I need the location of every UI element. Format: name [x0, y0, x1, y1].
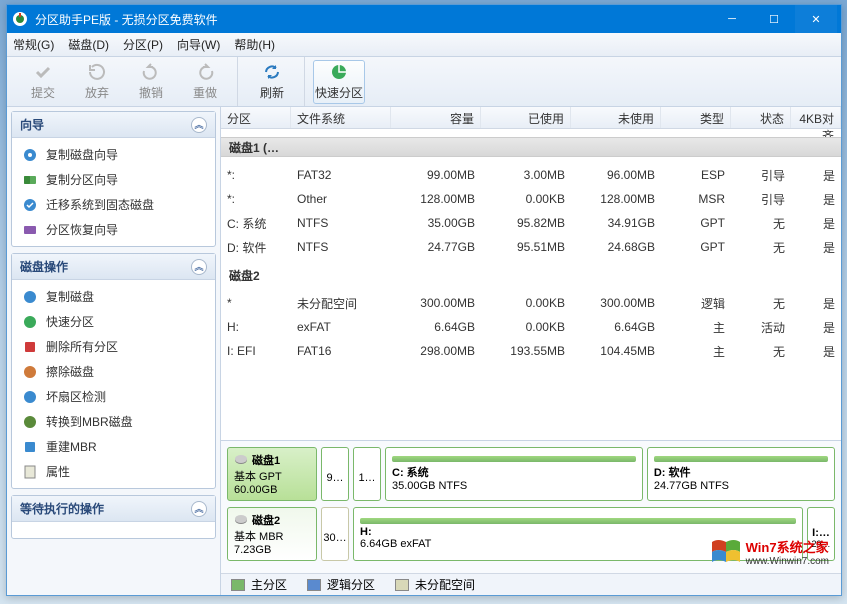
- op-wipe-disk[interactable]: 擦除磁盘: [12, 359, 215, 384]
- wizard-migrate-ssd[interactable]: 迁移系统到固态磁盘: [12, 192, 215, 217]
- commit-button[interactable]: 提交: [17, 60, 69, 104]
- fast-icon: [22, 314, 38, 330]
- disk-icon: [234, 513, 248, 527]
- menu-help[interactable]: 帮助(H): [234, 36, 275, 53]
- table-row[interactable]: C: 系统NTFS35.00GB95.82MB34.91GBGPT无是: [221, 211, 841, 235]
- menubar: 常规(G) 磁盘(D) 分区(P) 向导(W) 帮助(H): [7, 33, 841, 57]
- diskops-panel-head[interactable]: 磁盘操作︽: [12, 254, 215, 280]
- table-row[interactable]: *:FAT3299.00MB3.00MB96.00MBESP引导是: [221, 163, 841, 187]
- properties-icon: [22, 464, 38, 480]
- col-type[interactable]: 类型: [661, 107, 731, 128]
- col-partition[interactable]: 分区: [221, 107, 291, 128]
- menu-general[interactable]: 常规(G): [13, 36, 54, 53]
- wizard-copy-partition[interactable]: 复制分区向导: [12, 167, 215, 192]
- disk-icon: [22, 147, 38, 163]
- table-row[interactable]: H:exFAT6.64GB0.00KB6.64GB主活动是: [221, 315, 841, 339]
- sidebar: 向导︽ 复制磁盘向导 复制分区向导 迁移系统到固态磁盘 分区恢复向导 磁盘操作︽…: [7, 107, 221, 595]
- wipe-icon: [22, 364, 38, 380]
- window-title: 分区助手PE版 - 无损分区免费软件: [35, 11, 711, 28]
- disk-icon: [234, 453, 248, 467]
- menu-disk[interactable]: 磁盘(D): [68, 36, 109, 53]
- wizard-panel-head[interactable]: 向导︽: [12, 112, 215, 138]
- table-row[interactable]: I: EFIFAT16298.00MB193.55MB104.45MB主无是: [221, 339, 841, 363]
- ssd-icon: [22, 197, 38, 213]
- disk1-part-d[interactable]: D: 软件24.77GB NTFS: [647, 447, 835, 501]
- chevron-up-icon[interactable]: ︽: [191, 259, 207, 275]
- menu-wizard[interactable]: 向导(W): [177, 36, 220, 53]
- col-fs[interactable]: 文件系统: [291, 107, 391, 128]
- windows-icon: [710, 538, 742, 566]
- undo-button[interactable]: 撤销: [125, 60, 177, 104]
- disk1-part-c[interactable]: C: 系统35.00GB NTFS: [385, 447, 643, 501]
- wizard-recover[interactable]: 分区恢复向导: [12, 217, 215, 242]
- col-free[interactable]: 未使用: [571, 107, 661, 128]
- disk1-header[interactable]: 磁盘1 (…: [221, 137, 841, 157]
- disk1-part1[interactable]: 1…: [353, 447, 381, 501]
- partition-grid-header: 分区 文件系统 容量 已使用 未使用 类型 状态 4KB对齐: [221, 107, 841, 129]
- refresh-icon: [262, 62, 282, 82]
- minimize-button[interactable]: ─: [711, 5, 753, 33]
- fast-partition-icon: [329, 62, 349, 82]
- legend-logical: 逻辑分区: [307, 576, 375, 593]
- chevron-up-icon[interactable]: ︽: [191, 117, 207, 133]
- copy-icon: [22, 289, 38, 305]
- delete-icon: [22, 339, 38, 355]
- check-icon: [33, 62, 53, 82]
- disk2-label[interactable]: 磁盘2 基本 MBR 7.23GB: [227, 507, 317, 561]
- disk2-part0[interactable]: 30…: [321, 507, 349, 561]
- pending-panel: 等待执行的操作︽: [11, 495, 216, 539]
- watermark: Win7系统之家 www.Winwin7.com: [710, 537, 829, 567]
- partition-icon: [22, 172, 38, 188]
- app-icon: [11, 10, 29, 28]
- col-4kb[interactable]: 4KB对齐: [791, 107, 841, 128]
- redo-button[interactable]: 重做: [179, 60, 231, 104]
- toolbar: 提交 放弃 撤销 重做 刷新 快速分区: [7, 57, 841, 107]
- pending-panel-head[interactable]: 等待执行的操作︽: [12, 496, 215, 522]
- op-surface-test[interactable]: 坏扇区检测: [12, 384, 215, 409]
- discard-icon: [87, 62, 107, 82]
- wizard-copy-disk[interactable]: 复制磁盘向导: [12, 142, 215, 167]
- table-row[interactable]: D: 软件NTFS24.77GB95.51MB24.68GBGPT无是: [221, 235, 841, 259]
- op-copy-disk[interactable]: 复制磁盘: [12, 284, 215, 309]
- maximize-button[interactable]: ☐: [753, 5, 795, 33]
- disk1-label[interactable]: 磁盘1 基本 GPT 60.00GB: [227, 447, 317, 501]
- op-delete-all[interactable]: 删除所有分区: [12, 334, 215, 359]
- main-area: 分区 文件系统 容量 已使用 未使用 类型 状态 4KB对齐 磁盘1 (… *:…: [221, 107, 841, 595]
- op-convert-mbr[interactable]: 转换到MBR磁盘: [12, 409, 215, 434]
- menu-partition[interactable]: 分区(P): [123, 36, 163, 53]
- table-row[interactable]: *未分配空间300.00MB0.00KB300.00MB逻辑无是: [221, 291, 841, 315]
- partition-grid-body[interactable]: 磁盘1 (… *:FAT3299.00MB3.00MB96.00MBESP引导是…: [221, 129, 841, 440]
- undo-icon: [141, 62, 161, 82]
- redo-icon: [195, 62, 215, 82]
- recover-icon: [22, 222, 38, 238]
- refresh-button[interactable]: 刷新: [246, 60, 298, 104]
- chevron-up-icon[interactable]: ︽: [191, 501, 207, 517]
- close-button[interactable]: ✕: [795, 5, 837, 33]
- diskops-panel: 磁盘操作︽ 复制磁盘 快速分区 删除所有分区 擦除磁盘 坏扇区检测 转换到MBR…: [11, 253, 216, 489]
- col-used[interactable]: 已使用: [481, 107, 571, 128]
- convert-icon: [22, 414, 38, 430]
- op-properties[interactable]: 属性: [12, 459, 215, 484]
- disk2-header[interactable]: 磁盘2: [221, 265, 841, 285]
- table-row[interactable]: *:Other128.00MB0.00KB128.00MBMSR引导是: [221, 187, 841, 211]
- col-capacity[interactable]: 容量: [391, 107, 481, 128]
- titlebar[interactable]: 分区助手PE版 - 无损分区免费软件 ─ ☐ ✕: [7, 5, 841, 33]
- disk1-part0[interactable]: 9…: [321, 447, 349, 501]
- disk1-map-row: 磁盘1 基本 GPT 60.00GB 9… 1… C: 系统35.00GB NT…: [227, 447, 835, 501]
- fast-partition-button[interactable]: 快速分区: [313, 60, 365, 104]
- col-status[interactable]: 状态: [731, 107, 791, 128]
- rebuild-icon: [22, 439, 38, 455]
- op-rebuild-mbr[interactable]: 重建MBR: [12, 434, 215, 459]
- legend-unalloc: 未分配空间: [395, 576, 475, 593]
- discard-button[interactable]: 放弃: [71, 60, 123, 104]
- legend-primary: 主分区: [231, 576, 287, 593]
- legend: 主分区 逻辑分区 未分配空间: [221, 573, 841, 595]
- test-icon: [22, 389, 38, 405]
- op-fast-partition[interactable]: 快速分区: [12, 309, 215, 334]
- app-window: 分区助手PE版 - 无损分区免费软件 ─ ☐ ✕ 常规(G) 磁盘(D) 分区(…: [6, 4, 842, 596]
- wizard-panel: 向导︽ 复制磁盘向导 复制分区向导 迁移系统到固态磁盘 分区恢复向导: [11, 111, 216, 247]
